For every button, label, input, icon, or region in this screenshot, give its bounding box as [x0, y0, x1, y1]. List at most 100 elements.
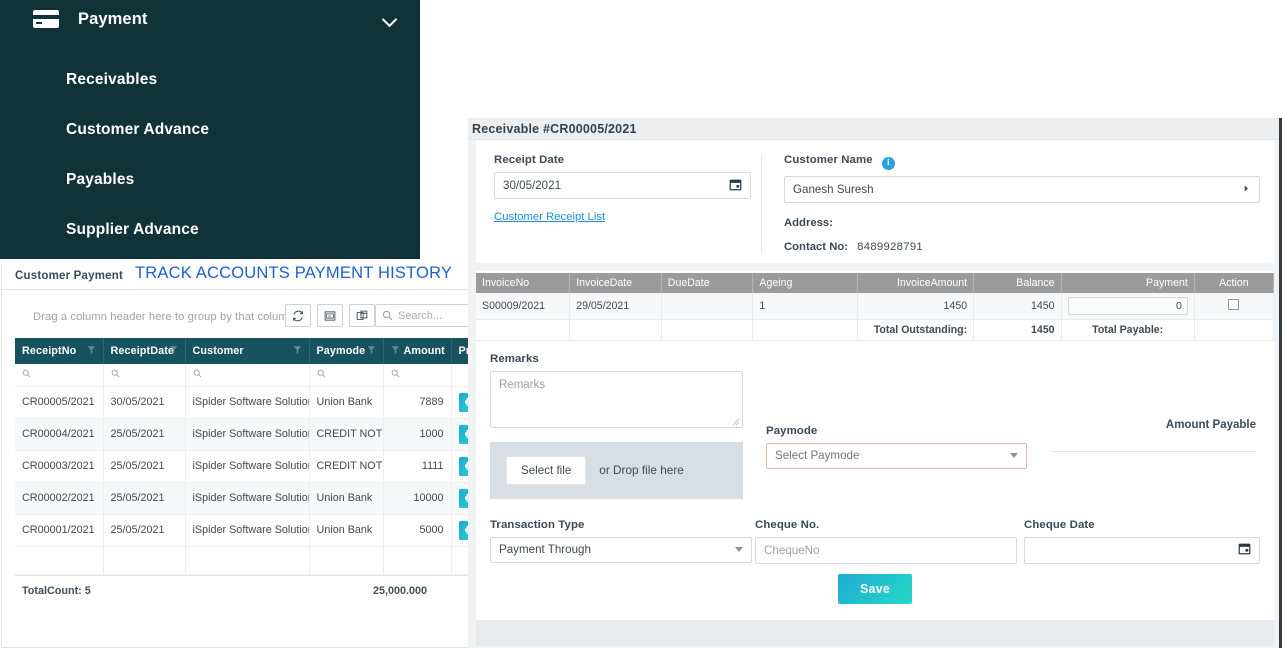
- contact-value: 8489928791: [857, 241, 923, 253]
- filter-cell-paymode[interactable]: [309, 364, 383, 386]
- grid-filter-row: [15, 364, 486, 386]
- cell-payment[interactable]: 0: [1061, 293, 1194, 320]
- cell-receiptno: CR00005/2021: [15, 386, 103, 418]
- cell-amount: 10000: [383, 482, 451, 514]
- table-row[interactable]: CR00002/2021 25/05/2021 iSpider Software…: [15, 482, 486, 514]
- cell-receiptdate: 25/05/2021: [103, 482, 185, 514]
- table-row[interactable]: CR00003/2021 25/05/2021 iSpider Software…: [15, 450, 486, 482]
- payment-history-grid: ReceiptNo ReceiptDate Customer Paymode: [15, 338, 487, 575]
- chevron-down-icon[interactable]: [1010, 453, 1018, 458]
- payment-input[interactable]: 0: [1068, 297, 1188, 315]
- cell-customer: iSpider Software Solutions: [185, 386, 309, 418]
- column-header-customer[interactable]: Customer: [185, 338, 309, 364]
- remarks-textarea[interactable]: Remarks: [490, 371, 743, 428]
- invoice-header-row: InvoiceNo InvoiceDate DueDate Ageing Inv…: [476, 273, 1274, 293]
- cheque-date-input[interactable]: [1024, 537, 1260, 564]
- column-header-amount[interactable]: Amount: [383, 338, 451, 364]
- refresh-icon[interactable]: [285, 304, 311, 327]
- chevron-down-icon[interactable]: [383, 12, 398, 27]
- cell-invoiceamount: 1450: [857, 293, 974, 320]
- chevron-down-icon[interactable]: [735, 547, 743, 552]
- total-payable-value: [1194, 319, 1273, 340]
- column-header-payment: Payment: [1061, 273, 1194, 293]
- search-icon: [391, 369, 400, 378]
- receipt-customer-section: Receipt Date 30/05/2021 Customer Receipt…: [476, 140, 1274, 263]
- receivable-title: Receivable #CR00005/2021: [472, 122, 637, 136]
- info-icon[interactable]: i: [882, 157, 895, 170]
- select-file-button[interactable]: Select file: [506, 456, 586, 485]
- filter-icon[interactable]: [293, 345, 302, 357]
- column-header-duedate: DueDate: [661, 273, 753, 293]
- filter-icon[interactable]: [367, 345, 376, 357]
- table-row[interactable]: CR00005/2021 30/05/2021 iSpider Software…: [15, 386, 486, 418]
- cell-paymode: Union Bank: [309, 482, 383, 514]
- column-header-paymode[interactable]: Paymode: [309, 338, 383, 364]
- transaction-section: Transaction Type Payment Through Cheque …: [476, 509, 1274, 564]
- sidebar-item-customer-advance[interactable]: Customer Advance: [0, 105, 420, 155]
- cell-action[interactable]: [1194, 293, 1273, 320]
- filter-cell-receiptno[interactable]: [15, 364, 103, 386]
- column-header-invoiceno: InvoiceNo: [476, 273, 570, 293]
- filter-cell-receiptdate[interactable]: [103, 364, 185, 386]
- filter-icon[interactable]: [87, 345, 96, 357]
- cheque-no-input[interactable]: ChequeNo: [755, 537, 1017, 564]
- grid-tool-buttons: XL: [285, 304, 375, 327]
- sidebar-item-receivables[interactable]: Receivables: [0, 55, 420, 105]
- grid-body: CR00005/2021 30/05/2021 iSpider Software…: [15, 386, 486, 574]
- table-row[interactable]: S00009/2021 29/05/2021 1 1450 1450 0: [476, 293, 1274, 320]
- receipt-date-column: Receipt Date 30/05/2021 Customer Receipt…: [476, 154, 751, 253]
- sidebar-header-label: Payment: [78, 10, 147, 29]
- amount-payable-column: Amount Payable: [1027, 353, 1260, 499]
- column-header-receiptdate[interactable]: ReceiptDate: [103, 338, 185, 364]
- caret-right-icon[interactable]: [1242, 183, 1251, 196]
- app-screenshot: Payment Receivables Customer Advance Pay…: [0, 0, 1282, 648]
- spacer-cell: [103, 546, 185, 574]
- cheque-no-placeholder: ChequeNo: [764, 544, 819, 557]
- cheque-no-label: Cheque No.: [755, 519, 1017, 531]
- grid-empty-spacer: [15, 546, 486, 574]
- receipt-date-input[interactable]: 30/05/2021: [494, 172, 751, 199]
- receipt-date-value: 30/05/2021: [503, 179, 561, 192]
- row-checkbox[interactable]: [1228, 299, 1239, 310]
- paymode-select[interactable]: Select Paymode: [766, 443, 1027, 469]
- cell-customer: iSpider Software Solutions: [185, 482, 309, 514]
- filter-icon[interactable]: [391, 345, 400, 357]
- paymode-column: Paymode Select Paymode: [752, 353, 1027, 499]
- invoice-section: InvoiceNo InvoiceDate DueDate Ageing Inv…: [476, 271, 1274, 341]
- contact-label: Contact No:: [784, 241, 848, 253]
- cell-receiptdate: 30/05/2021: [103, 386, 185, 418]
- table-row[interactable]: CR00001/2021 25/05/2021 iSpider Software…: [15, 514, 486, 546]
- table-row[interactable]: CR00004/2021 25/05/2021 iSpider Software…: [15, 418, 486, 450]
- column-header-receiptno[interactable]: ReceiptNo: [15, 338, 103, 364]
- cell-customer: iSpider Software Solutions: [185, 418, 309, 450]
- card-tabbar: Customer Payment TRACK ACCOUNTS PAYMENT …: [2, 264, 488, 290]
- export-excel-icon[interactable]: XL: [317, 304, 343, 327]
- paymode-value: Select Paymode: [775, 449, 859, 462]
- column-header-balance: Balance: [974, 273, 1061, 293]
- customer-name-label-text: Customer Name: [784, 154, 873, 166]
- cheque-date-label: Cheque Date: [1024, 519, 1260, 531]
- calendar-icon[interactable]: [729, 178, 742, 194]
- cell-receiptno: CR00002/2021: [15, 482, 103, 514]
- cell-receiptno: CR00003/2021: [15, 450, 103, 482]
- customer-name-label: Customer Name i: [784, 154, 1260, 170]
- spacer-cell: [15, 546, 103, 574]
- cell-receiptdate: 25/05/2021: [103, 514, 185, 546]
- sidebar-item-supplier-advance[interactable]: Supplier Advance: [0, 205, 420, 255]
- tab-customer-payment[interactable]: Customer Payment: [15, 270, 123, 282]
- resize-grip-icon[interactable]: [732, 417, 740, 425]
- filter-cell-amount[interactable]: [383, 364, 451, 386]
- file-dropzone[interactable]: Select file or Drop file here: [490, 442, 743, 499]
- column-header-invoiceamount: InvoiceAmount: [857, 273, 974, 293]
- save-button[interactable]: Save: [838, 574, 912, 604]
- total-payable-label: Total Payable:: [1061, 319, 1194, 340]
- transaction-type-select[interactable]: Payment Through: [490, 537, 752, 563]
- sidebar-header-payment[interactable]: Payment: [0, 3, 420, 35]
- spacer-cell: [185, 546, 309, 574]
- customer-name-select[interactable]: Ganesh Suresh: [784, 176, 1260, 203]
- calendar-icon[interactable]: [1238, 542, 1251, 558]
- customer-receipt-list-link[interactable]: Customer Receipt List: [494, 211, 605, 223]
- filter-cell-customer[interactable]: [185, 364, 309, 386]
- copy-columns-icon[interactable]: [349, 304, 375, 327]
- sidebar-item-payables[interactable]: Payables: [0, 155, 420, 205]
